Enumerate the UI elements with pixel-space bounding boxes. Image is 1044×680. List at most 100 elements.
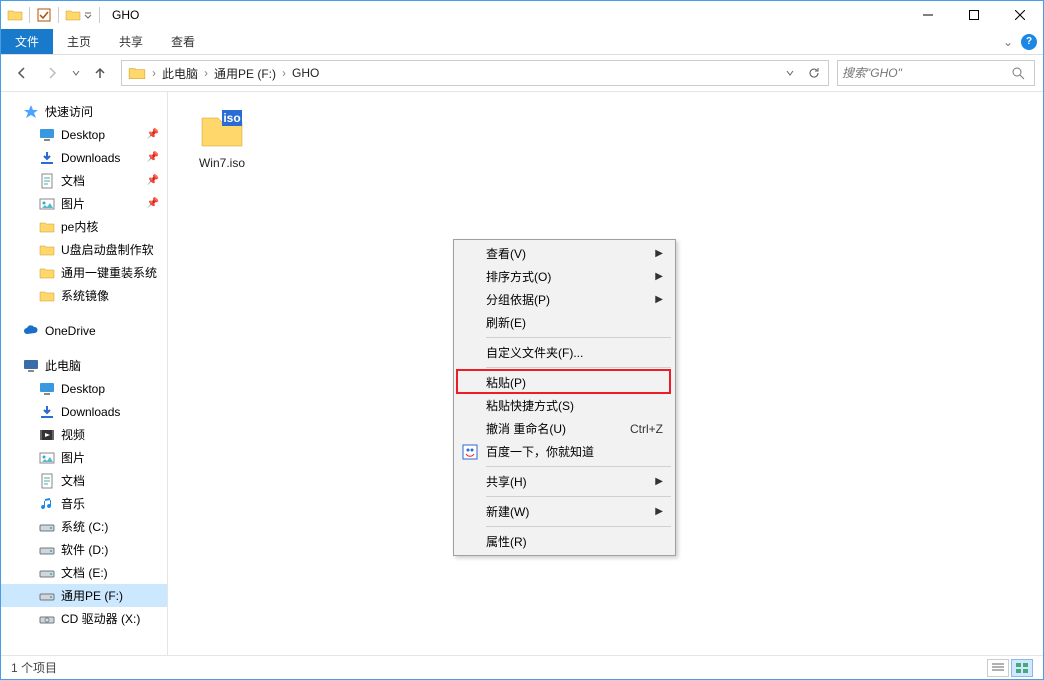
sidebar-item[interactable]: 图片📌 (1, 192, 167, 215)
sidebar-item[interactable]: Downloads📌 (1, 146, 167, 169)
sidebar-item[interactable]: 文档📌 (1, 169, 167, 192)
tab-file[interactable]: 文件 (1, 29, 53, 54)
menu-separator (486, 337, 671, 338)
crumb-folder[interactable]: GHO (288, 61, 323, 85)
sidebar-item-label: 系统 (C:) (61, 518, 108, 535)
sidebar-this-pc[interactable]: 此电脑 (1, 354, 167, 377)
qat-dropdown-icon[interactable] (83, 7, 93, 23)
address-bar[interactable]: › 此电脑 › 通用PE (F:) › GHO (121, 60, 829, 86)
menu-separator (486, 367, 671, 368)
drive-icon (39, 542, 55, 558)
sidebar-item[interactable]: 音乐 (1, 492, 167, 515)
sidebar-group-onedrive: OneDrive (1, 319, 167, 342)
sidebar-item[interactable]: 系统 (C:) (1, 515, 167, 538)
monitor-icon (23, 358, 39, 374)
menu-item[interactable]: 百度一下，你就知道 (456, 440, 673, 463)
menu-item[interactable]: 排序方式(O)▶ (456, 265, 673, 288)
sidebar-quick-access[interactable]: 快速访问 (1, 100, 167, 123)
menu-item[interactable]: 共享(H)▶ (456, 470, 673, 493)
crumb-drive[interactable]: 通用PE (F:) (210, 61, 280, 85)
chevron-right-icon[interactable]: › (150, 66, 158, 80)
menu-item[interactable]: 自定义文件夹(F)... (456, 341, 673, 364)
menu-item-label: 自定义文件夹(F)... (486, 344, 583, 361)
menu-item-label: 排序方式(O) (486, 268, 551, 285)
videos-icon (39, 427, 55, 443)
search-box[interactable] (837, 60, 1035, 86)
sidebar-item-label: 音乐 (61, 495, 85, 512)
sidebar-item[interactable]: 系统镜像 (1, 284, 167, 307)
close-button[interactable] (997, 1, 1043, 29)
tab-share[interactable]: 共享 (105, 29, 157, 54)
tab-view[interactable]: 查看 (157, 29, 209, 54)
menu-item[interactable]: 属性(R) (456, 530, 673, 553)
minimize-button[interactable] (905, 1, 951, 29)
file-item[interactable]: iso Win7.iso (182, 104, 262, 170)
menu-item[interactable]: 粘贴快捷方式(S) (456, 394, 673, 417)
icons-view-button[interactable] (1011, 659, 1033, 677)
details-view-button[interactable] (987, 659, 1009, 677)
sidebar-item[interactable]: U盘启动盘制作软 (1, 238, 167, 261)
up-button[interactable] (87, 60, 113, 86)
menu-item[interactable]: 新建(W)▶ (456, 500, 673, 523)
sidebar-onedrive[interactable]: OneDrive (1, 319, 167, 342)
tab-home[interactable]: 主页 (53, 29, 105, 54)
star-icon (23, 104, 39, 120)
menu-item[interactable]: 查看(V)▶ (456, 242, 673, 265)
menu-item[interactable]: 粘贴(P) (456, 371, 673, 394)
sidebar-item-label: 图片 (61, 449, 85, 466)
separator (29, 7, 30, 23)
sidebar-item[interactable]: pe内核 (1, 215, 167, 238)
folder-icon (128, 64, 146, 82)
sidebar-item-label: pe内核 (61, 218, 98, 235)
sidebar-item[interactable]: 图片 (1, 446, 167, 469)
sidebar-group-quick-access: 快速访问 Desktop📌Downloads📌文档📌图片📌 pe内核 U盘启动盘制作… (1, 100, 167, 307)
sidebar-item[interactable]: CD 驱动器 (X:) (1, 607, 167, 630)
quick-access-toolbar: GHO (1, 7, 139, 23)
maximize-button[interactable] (951, 1, 997, 29)
back-button[interactable] (9, 60, 35, 86)
chevron-right-icon[interactable]: › (280, 66, 288, 80)
help-button[interactable]: ? (1021, 34, 1037, 50)
ribbon-tabs: 文件 主页 共享 查看 ⌄ ? (1, 29, 1043, 55)
menu-item[interactable]: 分组依据(P)▶ (456, 288, 673, 311)
sidebar-item[interactable]: 通用PE (F:) (1, 584, 167, 607)
sidebar-item[interactable]: 通用一键重装系统 (1, 261, 167, 284)
chevron-right-icon[interactable]: › (202, 66, 210, 80)
folder-icon (7, 7, 23, 23)
sidebar-item[interactable]: Desktop (1, 377, 167, 400)
tab-label: 共享 (119, 33, 143, 50)
crumb-this-pc[interactable]: 此电脑 (158, 61, 202, 85)
desktop-icon (39, 127, 55, 143)
sidebar-item-label: U盘启动盘制作软 (61, 241, 154, 258)
navigation-pane[interactable]: 快速访问 Desktop📌Downloads📌文档📌图片📌 pe内核 U盘启动盘制作… (1, 92, 168, 655)
sidebar-item[interactable]: Downloads (1, 400, 167, 423)
downloads-icon (39, 150, 55, 166)
search-input[interactable] (842, 66, 1006, 80)
sidebar-item[interactable]: Desktop📌 (1, 123, 167, 146)
address-dropdown[interactable] (778, 61, 802, 85)
separator (58, 7, 59, 23)
sidebar-item[interactable]: 软件 (D:) (1, 538, 167, 561)
refresh-button[interactable] (802, 61, 826, 85)
menu-separator (486, 526, 671, 527)
forward-button[interactable] (39, 60, 65, 86)
pictures-icon (39, 450, 55, 466)
qat-properties-icon[interactable] (36, 7, 52, 23)
drive-icon (39, 565, 55, 581)
context-menu: 查看(V)▶排序方式(O)▶分组依据(P)▶刷新(E) 自定义文件夹(F)... 粘… (453, 239, 676, 556)
menu-shortcut: Ctrl+Z (630, 422, 663, 436)
history-dropdown[interactable] (69, 60, 83, 86)
menu-item[interactable]: 撤消 重命名(U)Ctrl+Z (456, 417, 673, 440)
sidebar-item-label: OneDrive (45, 324, 96, 338)
sidebar-item[interactable]: 视频 (1, 423, 167, 446)
sidebar-item-label: 此电脑 (45, 357, 81, 374)
menu-item-label: 共享(H) (486, 473, 527, 490)
sidebar-item-label: 图片 (61, 195, 85, 212)
sidebar-item-label: 视频 (61, 426, 85, 443)
menu-item[interactable]: 刷新(E) (456, 311, 673, 334)
sidebar-item[interactable]: 文档 (E:) (1, 561, 167, 584)
search-icon[interactable] (1006, 66, 1030, 80)
sidebar-item[interactable]: 文档 (1, 469, 167, 492)
sidebar-group-this-pc: 此电脑 DesktopDownloads 视频图片文档音乐系统 (C:) 软件 (D… (1, 354, 167, 630)
ribbon-expand-icon[interactable]: ⌄ (1003, 35, 1013, 49)
